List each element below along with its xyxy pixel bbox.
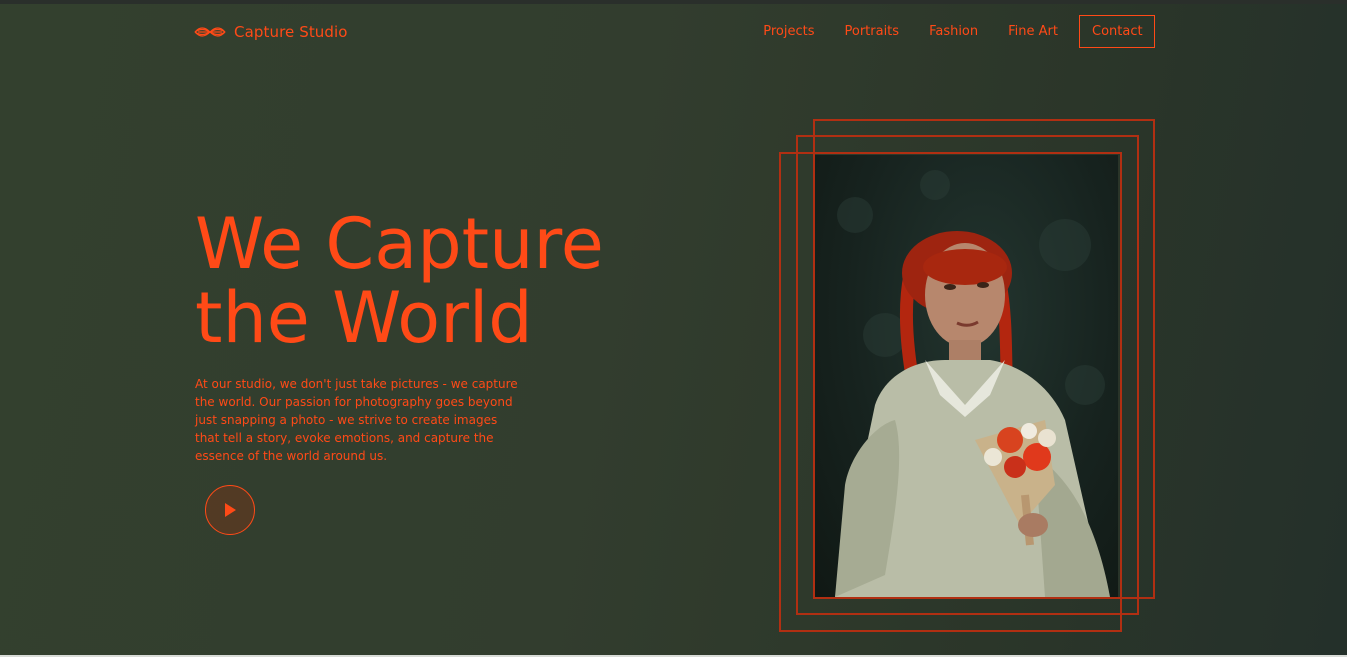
decorative-frame-front [779,152,1122,632]
nav-fashion[interactable]: Fashion [929,24,978,39]
logo-text: Capture Studio [234,23,348,41]
nav-fine-art[interactable]: Fine Art [1008,24,1058,39]
hero-description: At our studio, we don't just take pictur… [195,377,518,463]
play-video-button[interactable] [205,485,255,535]
play-icon [225,503,236,517]
hero-title-line-2: the World [195,277,533,359]
hero-title-line-1: We Capture [195,203,604,285]
wave-lines-icon [194,27,226,37]
contact-button[interactable]: Contact [1079,15,1155,48]
hero-title: We Capture the World [195,207,604,355]
logo[interactable]: Capture Studio [194,22,348,42]
nav-projects[interactable]: Projects [763,24,814,39]
main-nav: Projects Portraits Fashion Fine Art Cont… [763,15,1155,48]
top-border [0,0,1347,4]
nav-portraits[interactable]: Portraits [844,24,899,39]
